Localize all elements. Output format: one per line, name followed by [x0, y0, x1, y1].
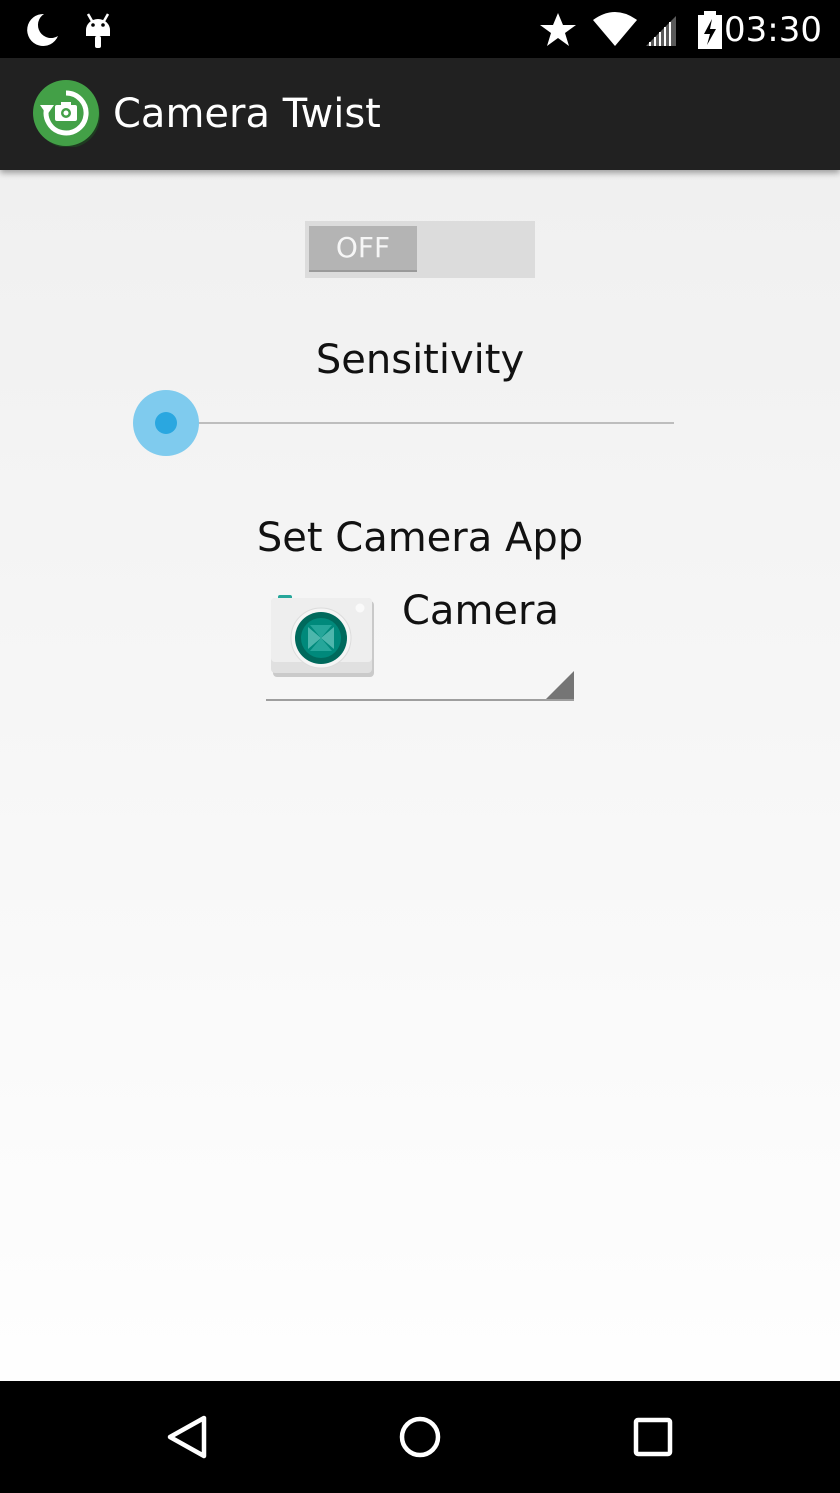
sensitivity-label: Sensitivity [315, 337, 525, 383]
home-icon[interactable] [390, 1407, 450, 1467]
camera-app-icon [271, 595, 374, 677]
signal-icon [646, 16, 676, 46]
dropdown-arrow-icon [546, 671, 574, 699]
screen: 03:30 Camera Twist OFF Sensitivity Set C… [0, 0, 840, 1493]
navigation-bar [0, 1381, 840, 1493]
status-time: 03:30 [724, 10, 822, 50]
app-title: Camera Twist [113, 91, 381, 137]
star-icon [540, 13, 576, 46]
status-bar: 03:30 [0, 0, 840, 58]
toggle-thumb-label: OFF [309, 226, 417, 272]
recents-icon[interactable] [623, 1407, 683, 1467]
selected-camera-app: Camera [402, 588, 559, 634]
back-icon[interactable] [158, 1407, 218, 1467]
set-camera-app-label: Set Camera App [256, 515, 584, 561]
slider-thumb[interactable] [155, 412, 177, 434]
enable-toggle[interactable]: OFF [305, 221, 535, 278]
android-icon [86, 13, 110, 48]
action-bar: Camera Twist [0, 58, 840, 170]
main-content: OFF Sensitivity Set Camera App Camera [0, 170, 840, 1381]
sensitivity-slider[interactable] [133, 388, 678, 458]
moon-icon [27, 13, 58, 46]
camera-app-spinner[interactable]: Camera [266, 585, 574, 701]
battery-charging-icon [698, 11, 722, 49]
camera-rotate-icon [33, 80, 100, 147]
slider-track [166, 422, 674, 424]
wifi-icon [593, 12, 637, 46]
